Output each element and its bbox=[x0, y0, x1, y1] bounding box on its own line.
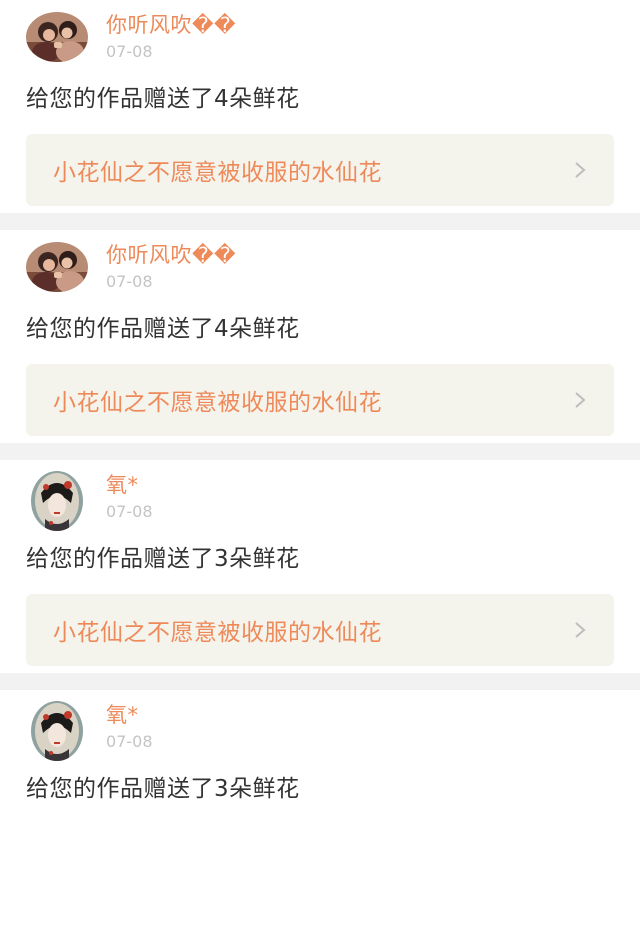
work-link[interactable]: 小花仙之不愿意被收服的水仙花 bbox=[26, 134, 614, 206]
notification-message: 给您的作品赠送了4朵鲜花 bbox=[26, 86, 300, 112]
couple-photo-icon bbox=[26, 242, 88, 292]
work-link[interactable]: 小花仙之不愿意被收服的水仙花 bbox=[26, 594, 614, 666]
notification-header: 氧* 07-08 bbox=[26, 471, 614, 531]
notification-date: 07-08 bbox=[106, 42, 153, 61]
avatar[interactable] bbox=[31, 701, 83, 761]
notification-card: 氧* 07-08 给您的作品赠送了3朵鲜花 bbox=[0, 690, 640, 880]
avatar[interactable] bbox=[26, 12, 88, 62]
notification-card: 氧* 07-08 给您的作品赠送了3朵鲜花 小花仙之不愿意被收服的水仙花 bbox=[0, 460, 640, 673]
work-title: 小花仙之不愿意被收服的水仙花 bbox=[53, 390, 382, 416]
geisha-illustration-icon bbox=[31, 701, 83, 761]
separator bbox=[0, 673, 640, 690]
work-title: 小花仙之不愿意被收服的水仙花 bbox=[53, 160, 382, 186]
notification-date: 07-08 bbox=[106, 502, 153, 521]
chevron-right-icon bbox=[575, 162, 586, 178]
chevron-right-icon bbox=[575, 622, 586, 638]
notification-meta: 氧* 07-08 bbox=[106, 472, 153, 522]
notification-date: 07-08 bbox=[106, 732, 153, 751]
notification-feed: 你听风吹�� 07-08 给您的作品赠送了4朵鲜花 小花仙之不愿意被收服的水仙花 bbox=[0, 0, 640, 880]
user-name[interactable]: 你听风吹�� bbox=[106, 242, 236, 268]
notification-meta: 你听风吹�� 07-08 bbox=[106, 12, 236, 62]
notification-meta: 你听风吹�� 07-08 bbox=[106, 242, 236, 292]
avatar[interactable] bbox=[31, 471, 83, 531]
notification-header: 氧* 07-08 bbox=[26, 701, 614, 761]
chevron-right-icon bbox=[575, 392, 586, 408]
notification-meta: 氧* 07-08 bbox=[106, 702, 153, 752]
notification-message: 给您的作品赠送了4朵鲜花 bbox=[26, 316, 300, 342]
work-title: 小花仙之不愿意被收服的水仙花 bbox=[53, 620, 382, 646]
work-link[interactable]: 小花仙之不愿意被收服的水仙花 bbox=[26, 364, 614, 436]
geisha-illustration-icon bbox=[31, 471, 83, 531]
couple-photo-icon bbox=[26, 12, 88, 62]
notification-header: 你听风吹�� 07-08 bbox=[26, 12, 614, 64]
separator bbox=[0, 213, 640, 230]
user-name[interactable]: 氧* bbox=[106, 702, 153, 728]
notification-message: 给您的作品赠送了3朵鲜花 bbox=[26, 546, 300, 572]
avatar[interactable] bbox=[26, 242, 88, 292]
separator bbox=[0, 443, 640, 460]
notification-card: 你听风吹�� 07-08 给您的作品赠送了4朵鲜花 小花仙之不愿意被收服的水仙花 bbox=[0, 230, 640, 443]
notification-card: 你听风吹�� 07-08 给您的作品赠送了4朵鲜花 小花仙之不愿意被收服的水仙花 bbox=[0, 0, 640, 213]
notification-message: 给您的作品赠送了3朵鲜花 bbox=[26, 776, 300, 802]
user-name[interactable]: 氧* bbox=[106, 472, 153, 498]
notification-header: 你听风吹�� 07-08 bbox=[26, 242, 614, 294]
notification-date: 07-08 bbox=[106, 272, 153, 291]
user-name[interactable]: 你听风吹�� bbox=[106, 12, 236, 38]
